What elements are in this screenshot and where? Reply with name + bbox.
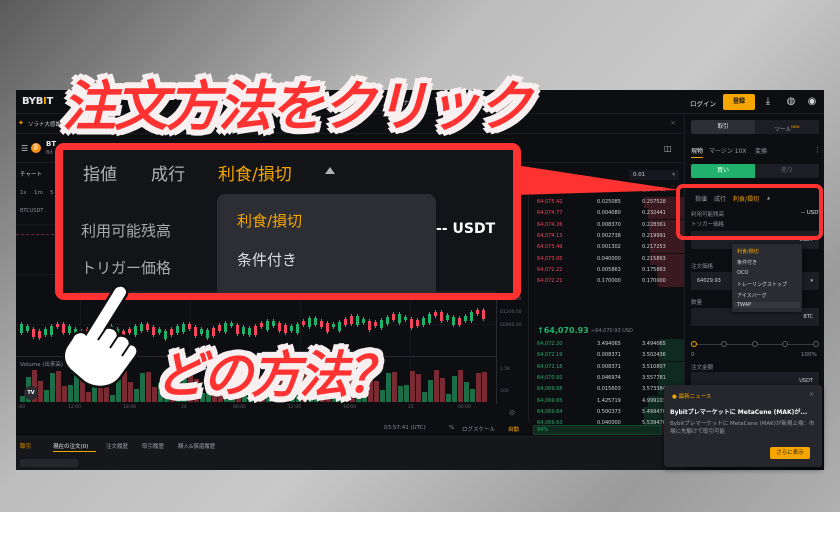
pointing-hand-icon [62, 284, 139, 389]
overlay-title-top: 注文方法をクリック [62, 75, 532, 138]
news-header: ● 最新ニュース [672, 394, 712, 400]
news-more-button[interactable]: さらに表示 [770, 447, 810, 459]
callout-dropdown-conditional: 条件付き [237, 251, 298, 269]
overlay-title-bottom: どの方法？ [155, 346, 397, 404]
caret-up-icon [325, 167, 335, 174]
callout-tab-market: 成行 [151, 165, 185, 185]
callout-tab-limit: 指値 [83, 165, 117, 185]
callout-dropdown-tpsl: 利食/損切 [237, 212, 303, 230]
callout-dropdown: 利食/損切 条件付き [217, 194, 436, 293]
callout-trigger-label: トリガー価格 [81, 259, 172, 277]
news-popup: ● 最新ニュース × Bybitプレマーケットに MetaCene (MAK)が… [664, 385, 822, 467]
callout-tab-tpsl: 利食/損切 [218, 165, 292, 185]
callout-available-label: 利用可能残高 [81, 222, 172, 240]
callout-content: 指値 成行 利食/損切 利用可能残高 トリガー価格 -- USDT 利食/損切 … [63, 150, 513, 293]
zoom-callout: 指値 成行 利食/損切 利用可能残高 トリガー価格 -- USDT 利食/損切 … [55, 143, 521, 300]
news-close-icon[interactable]: × [809, 391, 814, 398]
news-body: Bybitプレマーケットに MetaCene (MAK)が新規上場：市場に先駆け… [670, 421, 815, 435]
news-title[interactable]: Bybitプレマーケットに MetaCene (MAK)が... [670, 407, 807, 416]
callout-available-value: -- USDT [436, 221, 496, 237]
callout-tail [515, 165, 680, 195]
